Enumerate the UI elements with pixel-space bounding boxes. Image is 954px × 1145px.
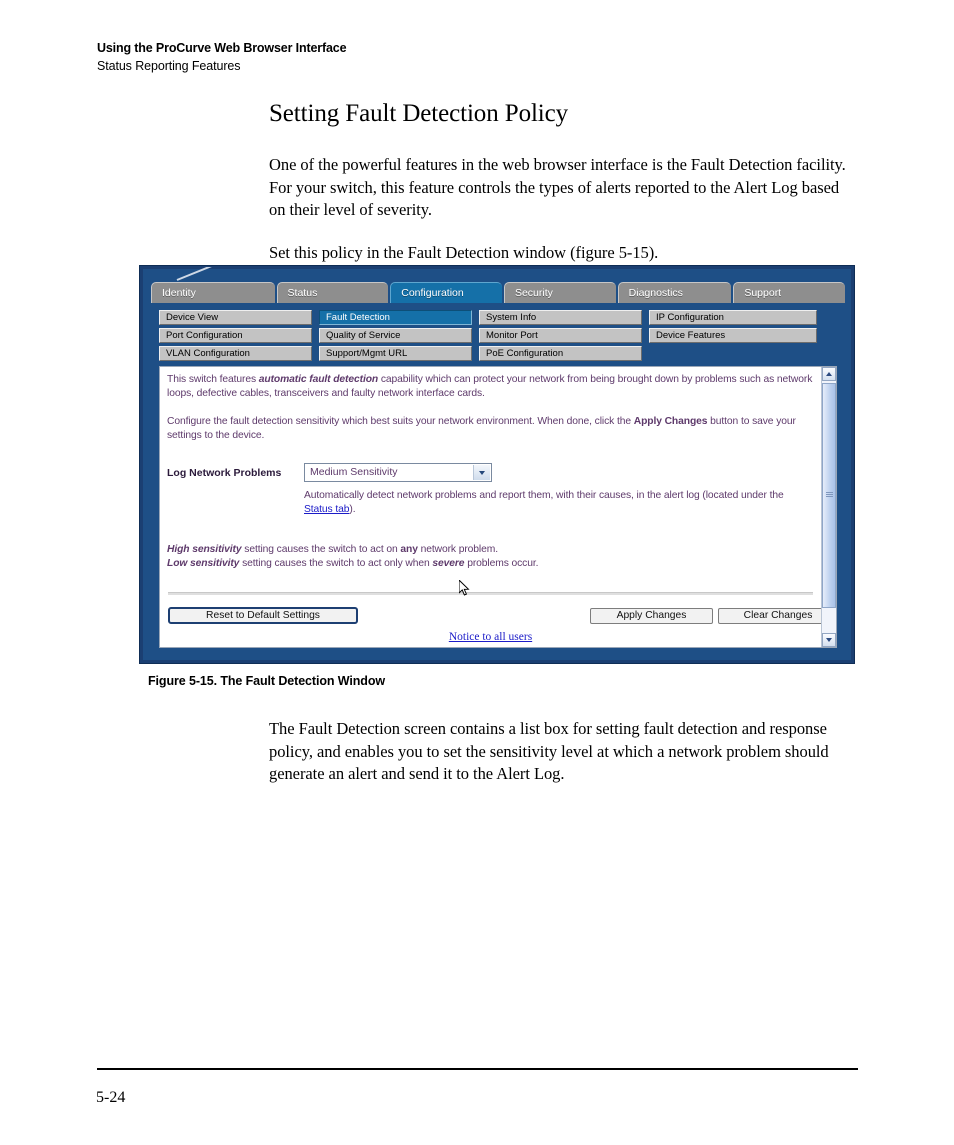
running-head-title: Using the ProCurve Web Browser Interface xyxy=(97,41,347,55)
sensitivity-explanation: High sensitivity setting causes the swit… xyxy=(167,543,813,571)
page-title: Setting Fault Detection Policy xyxy=(269,100,569,127)
submenu-system-info-label: System Info xyxy=(486,312,537,323)
submenu-poe-configuration[interactable]: PoE Configuration xyxy=(479,346,642,361)
clear-button-label: Clear Changes xyxy=(743,610,813,621)
configure-paragraph: Configure the fault detection sensitivit… xyxy=(167,415,799,443)
submenu-ip-configuration-label: IP Configuration xyxy=(656,312,724,323)
submenu-quality-of-service[interactable]: Quality of Service xyxy=(319,328,472,343)
status-tab-link[interactable]: Status tab xyxy=(304,504,349,515)
window-frame: Identity Status Configuration Security D… xyxy=(139,265,855,664)
tab-support-label: Support xyxy=(744,287,782,299)
tab-identity-label: Identity xyxy=(162,287,196,299)
apply-changes-button[interactable]: Apply Changes xyxy=(590,608,713,624)
submenu-monitor-port[interactable]: Monitor Port xyxy=(479,328,642,343)
auto-detect-text-a: Automatically detect network problems an… xyxy=(304,490,784,501)
submenu-poe-configuration-label: PoE Configuration xyxy=(486,348,564,359)
intro-text-a: This switch features xyxy=(167,374,259,385)
pane-scroll-content: This switch features automatic fault det… xyxy=(160,367,821,647)
submenu-port-configuration-label: Port Configuration xyxy=(166,330,243,341)
tab-security-label: Security xyxy=(514,287,553,299)
sensitivity-select[interactable]: Medium Sensitivity xyxy=(304,463,492,482)
low-sensitivity-bold: Low sensitivity xyxy=(167,558,240,569)
low-sensitivity-text-a: setting causes the switch to act only wh… xyxy=(239,558,433,569)
submenu-device-view[interactable]: Device View xyxy=(159,310,312,325)
fault-detection-pane: This switch features automatic fault det… xyxy=(159,366,837,648)
apply-button-label: Apply Changes xyxy=(616,610,687,621)
submenu-support-mgmt-url[interactable]: Support/Mgmt URL xyxy=(319,346,472,361)
submenu-fault-detection-label: Fault Detection xyxy=(326,312,390,323)
section-paragraph-2: Set this policy in the Fault Detection w… xyxy=(269,242,659,262)
tab-identity[interactable]: Identity xyxy=(151,282,275,303)
after-figure-content: The Fault Detection screen contains a li… xyxy=(269,718,861,806)
clear-changes-button[interactable]: Clear Changes xyxy=(718,608,821,624)
page-number: 5-24 xyxy=(96,1089,126,1106)
log-network-problems-label: Log Network Problems xyxy=(167,467,282,479)
submenu-vlan-configuration[interactable]: VLAN Configuration xyxy=(159,346,312,361)
submenu-device-view-label: Device View xyxy=(166,312,219,323)
tab-security[interactable]: Security xyxy=(503,282,616,303)
procurve-logo-icon xyxy=(173,267,233,281)
running-head-subtitle: Status Reporting Features xyxy=(97,59,241,73)
configure-text-bold: Apply Changes xyxy=(633,416,708,427)
tab-configuration-label: Configuration xyxy=(401,287,464,299)
section-paragraph-1: One of the powerful features in the web … xyxy=(269,155,846,219)
submenu-port-configuration[interactable]: Port Configuration xyxy=(159,328,312,343)
pane-vertical-scrollbar[interactable] xyxy=(821,367,836,647)
tab-status-label: Status xyxy=(287,287,318,299)
scrollbar-grip-icon xyxy=(826,492,833,497)
high-sensitivity-bold: High sensitivity xyxy=(167,544,242,555)
section-content: Setting Fault Detection Policy One of th… xyxy=(269,100,859,284)
scroll-down-arrow-icon[interactable] xyxy=(822,633,836,647)
submenu-system-info[interactable]: System Info xyxy=(479,310,642,325)
tab-diagnostics[interactable]: Diagnostics xyxy=(617,282,732,303)
window-canvas: Identity Status Configuration Security D… xyxy=(143,269,851,660)
intro-paragraph: This switch features automatic fault det… xyxy=(167,373,813,401)
tab-status[interactable]: Status xyxy=(276,282,389,303)
submenu-device-features-label: Device Features xyxy=(656,330,726,341)
horizontal-divider xyxy=(168,592,813,595)
tab-diagnostics-label: Diagnostics xyxy=(628,287,683,299)
footer-rule xyxy=(97,1068,858,1070)
submenu-monitor-port-label: Monitor Port xyxy=(486,330,538,341)
configure-text-a: Configure the fault detection sensitivit… xyxy=(167,416,634,427)
submenu-empty-cell xyxy=(649,346,817,361)
high-sensitivity-text-a: setting causes the switch to act on xyxy=(241,544,401,555)
chevron-down-icon[interactable] xyxy=(473,465,490,480)
submenu-device-features[interactable]: Device Features xyxy=(649,328,817,343)
high-sensitivity-text-b: network problem. xyxy=(417,544,498,555)
reset-button-label: Reset to Default Settings xyxy=(206,610,320,621)
scroll-up-arrow-icon[interactable] xyxy=(822,367,836,381)
sensitivity-select-value: Medium Sensitivity xyxy=(310,466,398,478)
submenu-support-mgmt-url-label: Support/Mgmt URL xyxy=(326,348,408,359)
running-head: Using the ProCurve Web Browser Interface… xyxy=(97,40,797,74)
figure-caption: Figure 5-15. The Fault Detection Window xyxy=(148,674,385,688)
low-sensitivity-bold-severe: severe xyxy=(432,558,465,569)
tab-support[interactable]: Support xyxy=(733,282,846,303)
auto-detect-text-b: ). xyxy=(349,504,356,515)
high-sensitivity-bold-any: any xyxy=(400,544,418,555)
submenu-fault-detection[interactable]: Fault Detection xyxy=(319,310,472,325)
fault-detection-window-figure: Identity Status Configuration Security D… xyxy=(139,265,855,664)
low-sensitivity-line: Low sensitivity setting causes the switc… xyxy=(167,557,813,571)
tab-configuration[interactable]: Configuration xyxy=(390,282,502,303)
main-tab-bar: Identity Status Configuration Security D… xyxy=(151,282,846,303)
submenu-ip-configuration[interactable]: IP Configuration xyxy=(649,310,817,325)
figure-following-paragraph: The Fault Detection screen contains a li… xyxy=(269,719,829,783)
intro-text-bold: automatic fault detection xyxy=(258,374,379,385)
configuration-submenu: Device View Fault Detection System Info … xyxy=(159,310,837,361)
sensitivity-row: Log Network Problems Medium Sensitivity xyxy=(167,463,813,485)
reset-to-default-settings-button[interactable]: Reset to Default Settings xyxy=(168,607,358,624)
scrollbar-thumb[interactable] xyxy=(822,383,836,608)
notice-to-all-users-link[interactable]: Notice to all users xyxy=(160,631,821,643)
high-sensitivity-line: High sensitivity setting causes the swit… xyxy=(167,543,813,557)
low-sensitivity-text-b: problems occur. xyxy=(464,558,539,569)
submenu-quality-of-service-label: Quality of Service xyxy=(326,330,401,341)
auto-detect-description: Automatically detect network problems an… xyxy=(304,489,811,517)
submenu-vlan-configuration-label: VLAN Configuration xyxy=(166,348,250,359)
